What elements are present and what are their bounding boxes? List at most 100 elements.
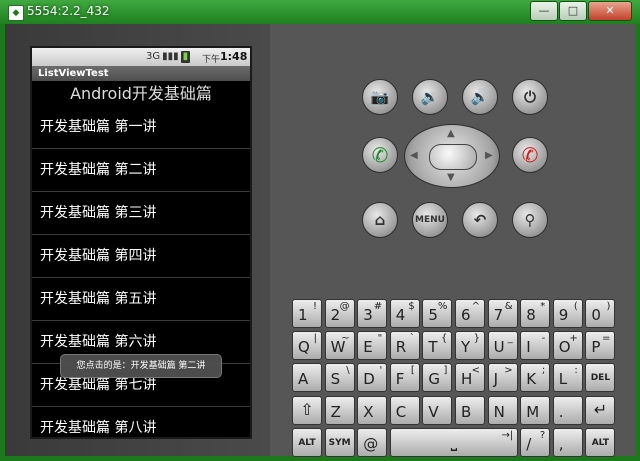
key-label: K: [526, 370, 537, 389]
dpad[interactable]: ▲ ▼ ◀ ▶: [404, 124, 500, 188]
key-6[interactable]: U _: [487, 331, 518, 361]
dpad-left-icon[interactable]: ◀: [410, 151, 418, 161]
clock-time: 1:48: [220, 50, 248, 63]
menu-button[interactable]: MENU: [412, 202, 448, 238]
device-screen[interactable]: 3G ▮▮▮ ▮ 下午 1:48 ListViewTest Android开发基…: [30, 46, 252, 439]
key-3[interactable]: 4 $: [389, 299, 420, 328]
dpad-up-icon[interactable]: ▲: [447, 129, 455, 139]
key-2[interactable]: X: [357, 395, 388, 425]
key-alt-label: *: [540, 301, 546, 312]
search-button[interactable]: ⚲: [512, 202, 548, 238]
key-5[interactable]: H <: [455, 363, 485, 393]
key-6[interactable]: 7 &: [487, 299, 518, 328]
volume-up-button[interactable]: 🔊: [462, 79, 498, 115]
key-8[interactable]: .: [552, 395, 583, 425]
key-4[interactable]: 5%: [422, 299, 453, 328]
list-item[interactable]: 开发基础篇 第二讲: [32, 149, 250, 192]
alt-right-label: ALT: [591, 437, 610, 448]
sym-key[interactable]: SYM: [324, 427, 355, 457]
key-alt-label: ': [379, 365, 383, 377]
list-item[interactable]: 开发基础篇 第一讲: [32, 106, 250, 149]
key-alt-label: |: [313, 333, 317, 345]
key-alt-label: [: [410, 365, 415, 377]
key-label: Z: [330, 402, 341, 421]
camera-button[interactable]: 📷: [362, 79, 398, 115]
camera-icon: 📷: [370, 88, 390, 106]
key-7[interactable]: 8 *: [520, 299, 551, 328]
key-3[interactable]: F[: [389, 363, 420, 393]
key-1[interactable]: 2 @: [324, 299, 355, 328]
key-4[interactable]: V: [422, 395, 453, 425]
key-6[interactable]: J >: [487, 363, 518, 393]
key-3[interactable]: C: [389, 395, 420, 425]
volume-down-button[interactable]: 🔉: [412, 79, 448, 115]
key-2[interactable]: 3 #: [357, 299, 388, 328]
list-item[interactable]: 开发基础篇 第八讲: [32, 407, 250, 437]
list-item[interactable]: 开发基础篇 第四讲: [32, 235, 250, 278]
key-5[interactable]: B: [455, 395, 485, 425]
key-5[interactable]: Y}: [455, 331, 485, 361]
dpad-center-button[interactable]: [429, 144, 477, 170]
key-alt-label: {: [441, 333, 448, 345]
key-7[interactable]: M: [520, 395, 551, 425]
shift-key[interactable]: ⇧: [292, 395, 322, 425]
enter-key[interactable]: ↵: [585, 395, 616, 425]
key-label: 9: [558, 306, 569, 324]
key-label: H: [461, 370, 473, 389]
close-button[interactable]: ✕: [588, 1, 632, 21]
dpad-down-icon[interactable]: ▼: [447, 173, 455, 183]
comma-key[interactable]: ,: [552, 427, 583, 457]
key-2[interactable]: E ": [357, 331, 388, 361]
key-label: U: [493, 338, 505, 357]
key-label: 8: [526, 306, 536, 324]
minimize-button[interactable]: —: [530, 1, 558, 21]
key-1[interactable]: W ~: [324, 331, 355, 361]
key-1[interactable]: Z: [324, 395, 355, 425]
list-item[interactable]: 开发基础篇 第五讲: [32, 278, 250, 321]
key-8[interactable]: L:: [552, 363, 583, 393]
back-button[interactable]: ↶: [462, 202, 498, 238]
key-0[interactable]: Q |: [292, 331, 322, 361]
key-7[interactable]: K;: [520, 363, 551, 393]
list-item[interactable]: 开发基础篇 第三讲: [32, 192, 250, 235]
key-alt-label: _: [507, 333, 513, 345]
clock-ampm: 下午: [202, 55, 221, 65]
lecture-list: 开发基础篇 第一讲 开发基础篇 第二讲 开发基础篇 第三讲 开发基础篇 第四讲 开发基础…: [32, 106, 250, 437]
key-0[interactable]: A: [292, 363, 322, 393]
alt-left-key[interactable]: ALT: [292, 427, 322, 457]
maximize-button[interactable]: □: [559, 1, 587, 21]
key-8[interactable]: 9(: [552, 299, 583, 328]
at-key[interactable]: @: [357, 427, 388, 457]
dpad-right-icon[interactable]: ▶: [485, 151, 493, 161]
key-3[interactable]: R `: [389, 331, 420, 361]
space-key[interactable]: ⎵ →|: [389, 427, 519, 457]
key-9[interactable]: 0): [585, 299, 616, 328]
slash-key[interactable]: /?: [520, 427, 551, 457]
key-6[interactable]: N: [487, 395, 518, 425]
key-label: S: [330, 370, 341, 389]
home-button[interactable]: ⌂: [362, 202, 398, 238]
key-2[interactable]: D ': [357, 363, 388, 393]
key-alt-label: ": [377, 333, 383, 345]
title-bar[interactable]: ◆ 5554:2.2_432 — □ ✕: [0, 0, 640, 24]
key-label: X: [363, 402, 374, 421]
key-9[interactable]: P =: [585, 331, 616, 361]
question-label: ?: [539, 429, 546, 441]
call-button[interactable]: ✆: [362, 137, 398, 173]
key-label: J: [493, 370, 499, 389]
volume-up-icon: 🔊: [470, 88, 490, 106]
key-4[interactable]: G]: [422, 363, 453, 393]
delete-key[interactable]: DEL: [585, 363, 616, 393]
key-0[interactable]: 1!: [292, 299, 322, 328]
alt-right-key[interactable]: ALT: [585, 427, 616, 457]
end-call-button[interactable]: ✆: [512, 137, 548, 173]
power-button[interactable]: ⏻: [512, 79, 548, 115]
key-7[interactable]: I-: [520, 331, 551, 361]
key-alt-label: %: [437, 301, 448, 312]
key-1[interactable]: S \: [324, 363, 355, 393]
emulator-window: ◆ 5554:2.2_432 — □ ✕ 3G ▮▮▮ ▮ 下午 1:48 Li…: [0, 0, 640, 461]
key-8[interactable]: O +: [552, 331, 583, 361]
key-5[interactable]: 6 ^: [455, 299, 485, 328]
key-label: 4: [395, 306, 406, 324]
key-4[interactable]: T{: [422, 331, 453, 361]
